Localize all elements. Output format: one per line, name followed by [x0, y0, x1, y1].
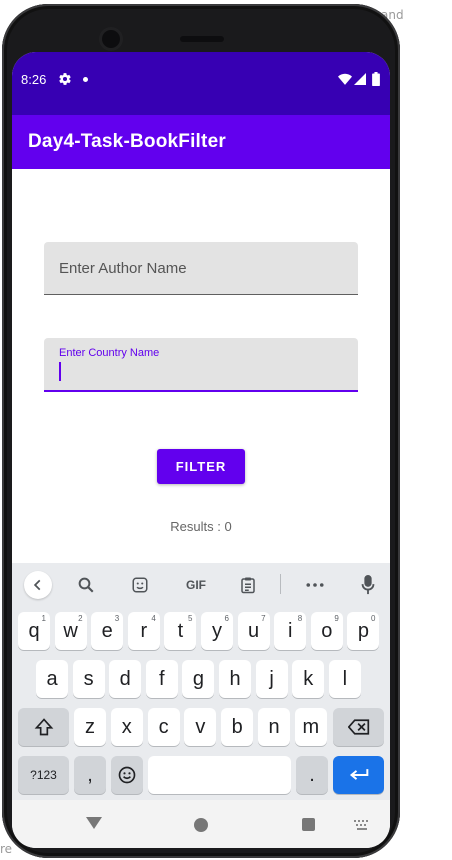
key-label: o: [321, 619, 333, 642]
results-text: Results : 0: [170, 519, 232, 534]
sticker-icon[interactable]: [126, 571, 154, 599]
period-key[interactable]: .: [296, 756, 328, 794]
key-r[interactable]: r4: [127, 612, 160, 650]
key-label: u: [248, 619, 260, 642]
clipboard-icon[interactable]: [234, 571, 262, 599]
key-l[interactable]: l: [328, 660, 361, 698]
key-d[interactable]: d: [109, 660, 142, 698]
app-title: Day4-Task-BookFilter: [28, 131, 226, 152]
app-bar: Day4-Task-BookFilter: [12, 115, 390, 169]
text-cursor: [59, 362, 61, 381]
key-label: w: [63, 619, 78, 642]
key-p[interactable]: p0: [347, 612, 380, 650]
key-k[interactable]: k: [292, 660, 325, 698]
key-s[interactable]: s: [72, 660, 105, 698]
nav-recents-icon[interactable]: [302, 818, 315, 831]
key-e[interactable]: e3: [91, 612, 124, 650]
key-number-hint: 5: [187, 614, 193, 623]
nav-home-icon[interactable]: [194, 818, 208, 832]
keyboard-toolbar: GIF: [12, 563, 390, 607]
notification-dot-icon: [83, 77, 88, 82]
key-w[interactable]: w2: [54, 612, 87, 650]
key-number-hint: 7: [261, 614, 266, 623]
main-content: Enter Author Name Enter Country Name FIL…: [12, 169, 390, 563]
emoji-key[interactable]: [111, 756, 143, 794]
key-number-hint: 4: [151, 614, 156, 623]
nav-back-icon[interactable]: [86, 817, 102, 829]
key-label: i: [287, 619, 293, 642]
soft-keyboard: GIF q1w2e3r4t5y6u7i8o9p0 asdfghjkl zxcvb…: [12, 563, 390, 800]
key-f[interactable]: f: [145, 660, 178, 698]
key-label: q: [28, 619, 40, 642]
key-a[interactable]: a: [36, 660, 68, 698]
key-z[interactable]: z: [74, 708, 106, 746]
key-number-hint: 1: [41, 614, 46, 623]
key-number-hint: 9: [334, 614, 339, 623]
shift-key[interactable]: [18, 708, 69, 746]
toolbar-divider: [280, 574, 281, 594]
key-number-hint: 3: [114, 614, 120, 623]
background-text: re: [0, 842, 13, 856]
background-panel: [399, 0, 452, 860]
earpiece-speaker: [180, 36, 224, 42]
key-label: t: [177, 619, 184, 642]
gear-icon: [59, 73, 71, 85]
phone-frame: 8:26 Day4-Task-BookFilter Enter Author N…: [2, 4, 400, 858]
status-bar: 8:26: [12, 52, 390, 115]
key-c[interactable]: c: [147, 708, 180, 746]
signal-icon: [354, 73, 366, 85]
key-y[interactable]: y6: [201, 612, 233, 650]
key-number-hint: 6: [224, 614, 229, 623]
key-t[interactable]: t5: [164, 612, 197, 650]
enter-key[interactable]: [333, 756, 384, 794]
comma-key[interactable]: ,: [74, 756, 106, 794]
key-label: r: [140, 619, 148, 642]
backspace-icon: [347, 719, 369, 735]
wifi-icon: [338, 73, 352, 85]
key-n[interactable]: n: [258, 708, 290, 746]
key-number-hint: 0: [370, 614, 376, 623]
key-b[interactable]: b: [221, 708, 254, 746]
key-h[interactable]: h: [219, 660, 251, 698]
key-number-hint: 2: [78, 614, 83, 623]
status-time: 8:26: [21, 72, 47, 87]
key-i[interactable]: i8: [274, 612, 307, 650]
backspace-key[interactable]: [333, 708, 384, 746]
enter-icon: [349, 769, 368, 780]
key-label: e: [101, 619, 113, 642]
battery-icon: [372, 72, 380, 86]
gif-button[interactable]: GIF: [178, 571, 214, 599]
key-g[interactable]: g: [182, 660, 215, 698]
device-screen: 8:26 Day4-Task-BookFilter Enter Author N…: [12, 52, 390, 848]
key-q[interactable]: q1: [18, 612, 50, 650]
mic-icon[interactable]: [354, 571, 382, 599]
key-j[interactable]: j: [255, 660, 288, 698]
space-key[interactable]: [148, 756, 291, 794]
key-number-hint: 8: [297, 614, 303, 623]
country-name-label: Enter Country Name: [59, 347, 160, 359]
symbols-key[interactable]: ?123: [18, 756, 69, 794]
key-label: y: [212, 619, 222, 642]
key-v[interactable]: v: [184, 708, 217, 746]
key-o[interactable]: o9: [310, 612, 343, 650]
key-label: p: [357, 619, 369, 642]
key-m[interactable]: m: [294, 708, 327, 746]
author-name-field[interactable]: Enter Author Name: [44, 242, 358, 295]
navigation-bar: [12, 800, 390, 848]
author-name-placeholder: Enter Author Name: [59, 260, 187, 277]
more-icon[interactable]: [301, 571, 329, 599]
key-u[interactable]: u7: [237, 612, 270, 650]
front-camera: [102, 30, 120, 48]
emoji-icon: [118, 766, 136, 784]
key-x[interactable]: x: [110, 708, 143, 746]
keyboard-switch-icon[interactable]: [354, 820, 370, 830]
shift-icon: [34, 718, 53, 736]
country-name-field[interactable]: Enter Country Name: [44, 338, 358, 392]
search-icon[interactable]: [72, 571, 100, 599]
filter-button[interactable]: FILTER: [157, 449, 245, 484]
chevron-left-icon[interactable]: [24, 571, 52, 599]
